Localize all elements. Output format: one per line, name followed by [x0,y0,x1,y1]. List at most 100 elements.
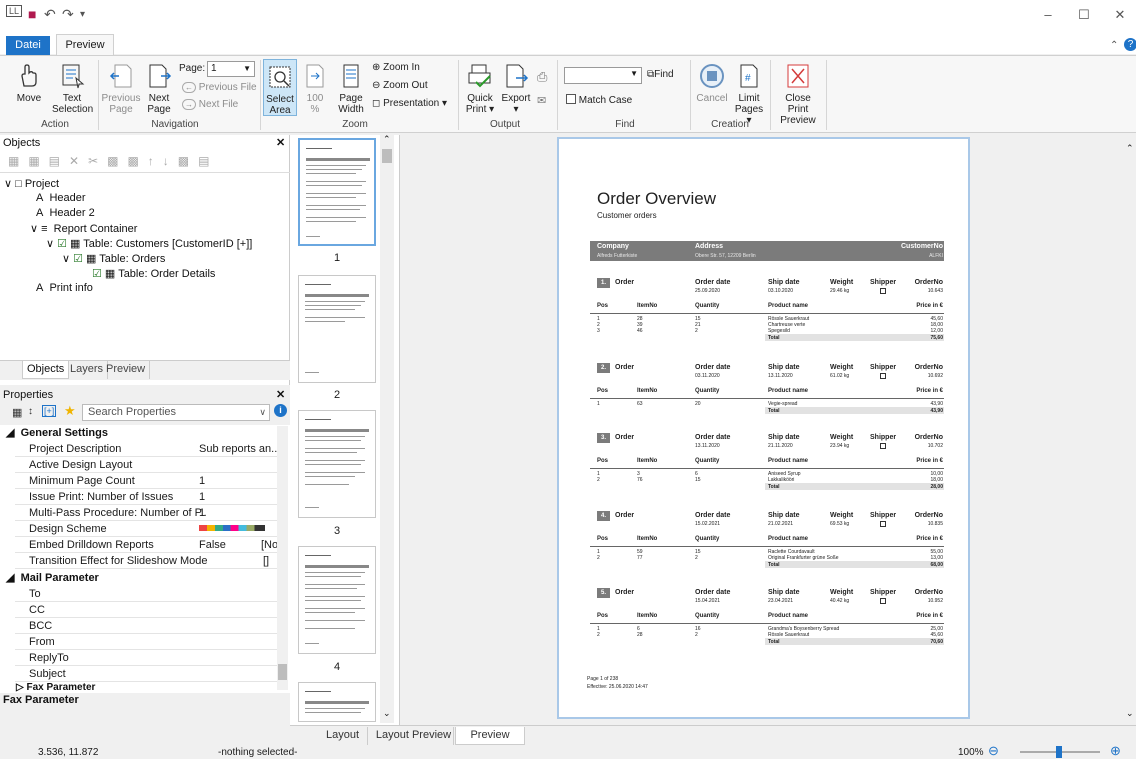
property-row[interactable]: Transition Effect for Slideshow Mode[] [15,553,287,569]
zoom-in-button[interactable]: ⊕ Zoom In [372,62,420,73]
thumbnail-number: 4 [333,661,341,673]
find-input[interactable]: ▼ [564,67,642,84]
tree-item-header[interactable]: A Header [36,192,86,204]
property-row[interactable]: Issue Print: Number of Issues 1 [15,489,287,505]
tree-item-table-customers[interactable]: ∨ ☑ ▦ Table: Customers [CustomerID [+]] [46,237,252,250]
info-icon[interactable]: i [274,404,287,417]
preview-scrollbar[interactable]: ⌃ ⌄ [1124,135,1136,723]
property-row[interactable]: From [15,634,287,650]
quick-print-button[interactable]: Quick Print ▾ [464,62,496,115]
tab-objects[interactable]: Objects [22,361,70,379]
print-icon[interactable]: ⎙ [537,69,547,85]
limit-pages-label-1: Limit [738,93,760,104]
status-zoom-value: 100% [958,747,984,758]
tree-item-print-info[interactable]: A Print info [36,282,93,294]
text-selection-icon [62,64,85,89]
page-number-input[interactable]: 1 ▼ [207,61,255,77]
minimize-icon[interactable]: – [1040,7,1056,22]
tree-item-project[interactable]: ∨ □ Project [4,177,59,190]
tab-preview-bottom[interactable]: Preview [455,727,525,745]
properties-pane-title: Properties [3,389,54,401]
limit-pages-button[interactable]: # Limit Pages ▾ [732,62,766,126]
page-thumbnail[interactable] [298,275,376,383]
section-mail-parameter[interactable]: ◢ Mail Parameter [6,571,99,584]
close-objects-pane-icon[interactable]: ✕ [276,136,285,149]
next-file-button[interactable]: → Next File [182,99,238,110]
section-fax-parameter[interactable]: ▷ Fax Parameter [16,682,95,693]
expand-icon[interactable]: [+] [42,405,57,417]
property-row[interactable]: Design Scheme [15,521,287,537]
page-thumbnail[interactable] [298,546,376,654]
zoom-out-icon[interactable]: ⊖ [988,743,999,759]
maximize-icon[interactable]: ☐ [1076,7,1092,23]
close-print-preview-label-1: Close Print [785,93,811,115]
tree-item-header-2[interactable]: A Header 2 [36,207,95,219]
presentation-button[interactable]: ◻ Presentation ▾ [372,98,447,109]
text-selection-button[interactable]: Text Selection [52,62,93,115]
status-coordinates: 3.536, 11.872 [38,747,99,758]
close-print-preview-button[interactable]: Close Print Preview [774,62,822,126]
previous-file-button[interactable]: ← Previous File [182,82,257,93]
tab-preview[interactable]: Preview [56,34,114,56]
redo-icon[interactable]: ↷ [62,6,74,23]
sort-az-icon[interactable]: ↕ [28,406,33,417]
ribbon-tab-row [0,30,1136,54]
property-row[interactable]: To [15,586,287,602]
zoom-in-icon[interactable]: ⊕ [1110,743,1121,759]
properties-scrollbar[interactable] [277,426,288,690]
select-area-label-1: Select [266,94,294,105]
property-row[interactable]: ReplyTo [15,650,287,666]
search-properties-input[interactable]: Search Properties ∨ [82,404,270,421]
page-width-button[interactable]: Page Width [336,62,366,115]
zoom-slider[interactable] [1020,746,1100,758]
tree-item-table-order-details[interactable]: ☑ ▦ Table: Order Details [92,267,215,280]
export-button[interactable]: Export ▾ [500,62,532,115]
cancel-button[interactable]: Cancel [694,62,730,104]
page-thumbnail[interactable] [298,682,376,722]
ribbon-separator [260,60,261,130]
next-page-button[interactable]: Next Page [143,62,175,115]
thumbnail-scrollbar[interactable]: ⌃ ⌄ [380,134,394,723]
find-button[interactable]: ⧉Find [647,69,674,80]
categorized-icon[interactable]: ▦ [12,406,22,419]
tree-item-table-orders[interactable]: ∨ ☑ ▦ Table: Orders [62,252,165,265]
zoom-out-button[interactable]: ⊖ Zoom Out [372,80,428,91]
property-row[interactable]: Subject [15,666,287,682]
tree-item-report-container[interactable]: ∨ ≡ Report Container [30,222,137,235]
help-icon[interactable]: ? [1124,38,1136,51]
tab-file[interactable]: Datei [6,36,50,55]
property-row[interactable]: Active Design Layout [15,457,287,473]
property-row[interactable]: Multi-Pass Procedure: Number of P... 1 [15,505,287,521]
tab-layout-preview[interactable]: Layout Preview [374,727,454,745]
zoom-100-label-2: % [310,104,320,115]
tab-preview-pane[interactable]: Preview [102,361,151,379]
page-thumbnail[interactable] [298,410,376,518]
property-row[interactable]: Minimum Page Count 1 [15,473,287,489]
previous-page-label-2: Page [109,104,133,115]
undo-icon[interactable]: ↶ [44,6,56,23]
save-icon[interactable]: ■ [28,6,36,22]
zoom-100-button[interactable]: 100 % [300,62,330,115]
chevron-down-icon: ▼ [243,64,251,73]
send-icon[interactable]: ✉ [537,94,546,107]
star-icon[interactable]: ★ [64,403,76,419]
page-thumbnail[interactable] [298,138,376,246]
ribbon-separator [98,60,99,130]
thumbnail-number: 1 [333,252,341,264]
collapse-ribbon-icon[interactable]: ⌃ [1110,40,1118,51]
property-row[interactable]: BCC [15,618,287,634]
property-row[interactable]: Embed Drilldown Reports False [No] [15,537,287,553]
move-button[interactable]: Move [12,62,46,104]
quick-access-dropdown-icon[interactable]: ▾ [80,9,85,20]
select-area-button[interactable]: Select Area [263,59,297,116]
match-case-checkbox[interactable]: Match Case [566,94,632,106]
divider [0,172,290,173]
previous-page-button[interactable]: Previous Page [101,62,141,115]
close-icon[interactable]: ✕ [1112,7,1128,23]
tab-layout[interactable]: Layout [318,727,368,745]
property-row[interactable]: Project Description Sub reports an... [15,441,287,457]
property-row[interactable]: CC [15,602,287,618]
chevron-down-icon: ▼ [630,69,638,78]
section-general-settings[interactable]: ◢ General Settings [6,426,108,439]
close-properties-pane-icon[interactable]: ✕ [276,388,285,401]
